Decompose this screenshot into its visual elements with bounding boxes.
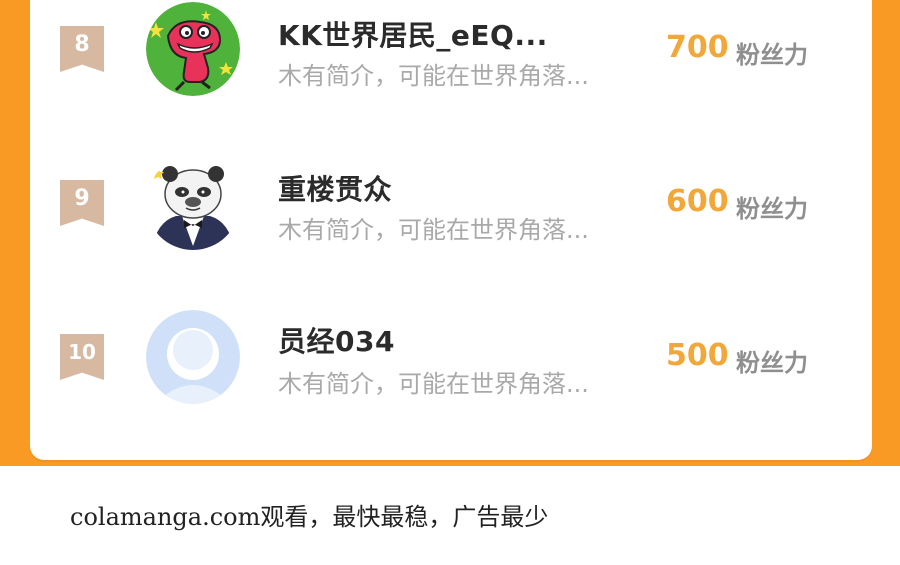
rank-badge: 10 bbox=[60, 334, 104, 380]
user-bio: 木有简介，可能在世界角落... bbox=[278, 216, 589, 244]
fans-count: 500 bbox=[666, 338, 729, 373]
panda-tuxedo-icon bbox=[146, 156, 240, 250]
rank-badge: 9 bbox=[60, 180, 104, 226]
watermark-text: colamanga.com观看，最快最稳，广告最少 bbox=[70, 503, 549, 531]
user-avatar[interactable] bbox=[146, 2, 240, 96]
leaderboard-card: 8 KK世界居民_eEQ... 木有简介，可能在世界角落... 700 粉丝力 … bbox=[30, 0, 872, 460]
fans-unit-label: 粉丝力 bbox=[736, 41, 808, 69]
user-bio: 木有简介，可能在世界角落... bbox=[278, 370, 589, 398]
leaderboard-row[interactable]: 10 员经034 木有简介，可能在世界角落... 500 粉丝力 bbox=[30, 308, 872, 428]
rank-badge: 8 bbox=[60, 26, 104, 72]
default-user-icon bbox=[146, 310, 240, 404]
leaderboard-row[interactable]: 8 KK世界居民_eEQ... 木有简介，可能在世界角落... 700 粉丝力 bbox=[30, 0, 872, 120]
crayon-shin-chan-dinosaur-icon bbox=[146, 2, 240, 96]
fans-unit-label: 粉丝力 bbox=[736, 349, 808, 377]
user-avatar[interactable] bbox=[146, 156, 240, 250]
leaderboard-row[interactable]: 9 重楼贯众 木有简介，可能在世界角落... 600 粉丝力 bbox=[30, 154, 872, 274]
fans-count: 600 bbox=[666, 184, 729, 219]
fans-unit-label: 粉丝力 bbox=[736, 195, 808, 223]
user-name[interactable]: 员经034 bbox=[278, 320, 395, 360]
user-name[interactable]: 重楼贯众 bbox=[278, 168, 392, 208]
fans-count: 700 bbox=[666, 30, 729, 65]
user-bio: 木有简介，可能在世界角落... bbox=[278, 62, 589, 90]
user-avatar[interactable] bbox=[146, 310, 240, 404]
user-name[interactable]: KK世界居民_eEQ... bbox=[278, 14, 548, 54]
